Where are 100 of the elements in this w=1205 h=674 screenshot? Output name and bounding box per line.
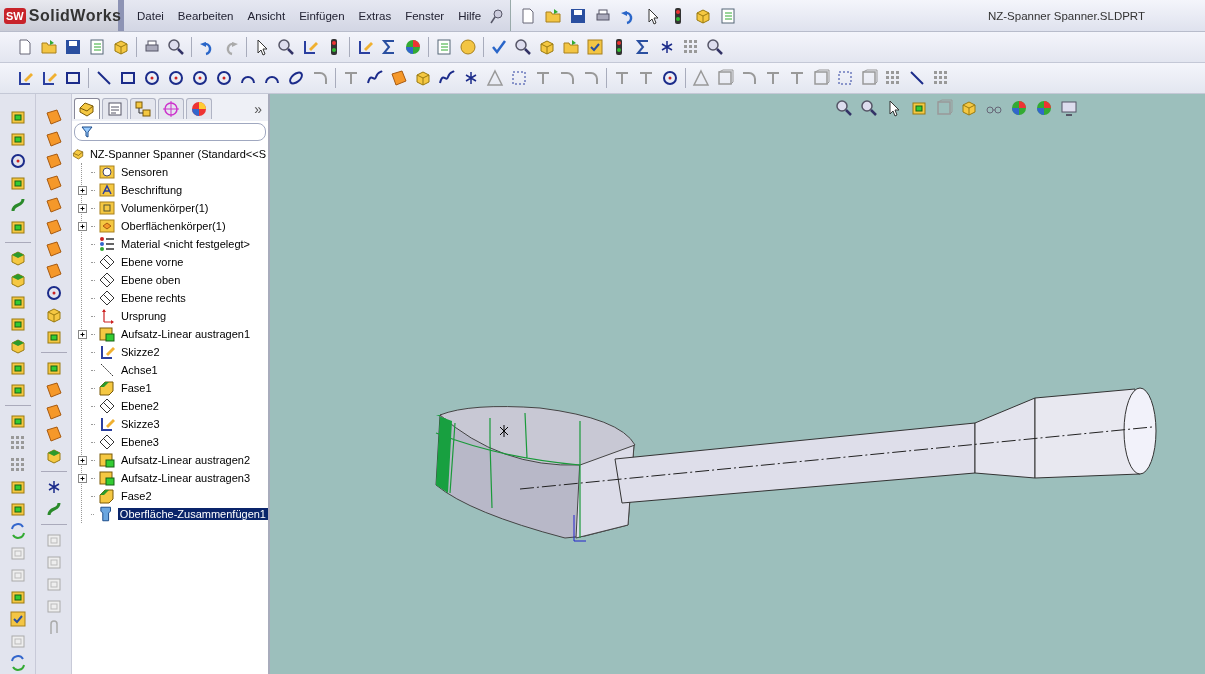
expand-icon[interactable]	[77, 202, 88, 214]
more-button[interactable]: »	[254, 100, 266, 117]
corner-icon[interactable]	[311, 69, 329, 87]
corner-icon[interactable]	[558, 69, 576, 87]
magnifier-icon[interactable]	[167, 38, 185, 56]
surface-icon[interactable]	[44, 425, 63, 443]
chamfered-cube-icon[interactable]	[8, 337, 27, 355]
swap-icon[interactable]	[8, 654, 27, 672]
block-icon[interactable]	[8, 108, 27, 126]
checkmark-icon[interactable]	[490, 38, 508, 56]
cube-icon[interactable]	[112, 38, 130, 56]
block-icon[interactable]	[8, 315, 27, 333]
surface-icon[interactable]	[44, 240, 63, 258]
menu-item[interactable]: Fenster	[398, 7, 452, 24]
panel-tab[interactable]	[186, 98, 212, 119]
menu-item[interactable]: Hilfe	[451, 7, 489, 24]
chamfered-cube-icon[interactable]	[8, 271, 27, 289]
menu-item[interactable]: Ansicht	[240, 7, 293, 24]
tree-item[interactable]: Oberfläche-Zusammenfügen1	[117, 508, 268, 520]
surface-icon[interactable]	[44, 108, 63, 126]
tree-item[interactable]: Skizze3	[119, 418, 162, 430]
panel-tab[interactable]	[102, 98, 128, 119]
grid-icon[interactable]	[682, 38, 700, 56]
grid-icon[interactable]	[8, 456, 27, 474]
line-icon[interactable]	[95, 69, 113, 87]
dashed-box-icon[interactable]	[836, 69, 854, 87]
circle-icon[interactable]	[661, 69, 679, 87]
tree-item[interactable]: Aufsatz-Linear austragen1	[119, 328, 253, 340]
surface-icon[interactable]	[44, 381, 63, 399]
box-outline-icon[interactable]	[812, 69, 830, 87]
expand-icon[interactable]	[77, 328, 88, 340]
menu-item[interactable]: Bearbeiten	[170, 7, 241, 24]
panel-tab[interactable]	[158, 98, 184, 119]
tee-icon[interactable]	[534, 69, 552, 87]
checkbox-icon[interactable]	[586, 38, 604, 56]
corner-icon[interactable]	[740, 69, 758, 87]
document-icon[interactable]	[16, 38, 34, 56]
corner-icon[interactable]	[582, 69, 600, 87]
circle-icon[interactable]	[191, 69, 209, 87]
cube-icon[interactable]	[538, 38, 556, 56]
expand-icon[interactable]	[77, 454, 88, 466]
menu-item[interactable]: Einfügen	[292, 7, 352, 24]
tee-icon[interactable]	[764, 69, 782, 87]
block-icon[interactable]	[8, 293, 27, 311]
cube-icon[interactable]	[960, 99, 978, 117]
color-ball-icon[interactable]	[1010, 99, 1028, 117]
grid-icon[interactable]	[8, 434, 27, 452]
tree-item[interactable]: Ebene oben	[119, 274, 183, 286]
tree-item[interactable]: Fase1	[119, 382, 154, 394]
tee-icon[interactable]	[788, 69, 806, 87]
tee-icon[interactable]	[637, 69, 655, 87]
block-icon[interactable]	[8, 218, 27, 236]
tree-item[interactable]: Ebene rechts	[119, 292, 188, 304]
tree-item[interactable]: Aufsatz-Linear austragen3	[119, 472, 253, 484]
box-outline-icon[interactable]	[860, 69, 878, 87]
magnifier-icon[interactable]	[277, 38, 295, 56]
tree-item[interactable]: Skizze2	[119, 346, 162, 358]
folder-icon[interactable]	[544, 6, 563, 25]
block-icon[interactable]	[44, 328, 63, 346]
tree-item[interactable]: Volumenkörper(1)	[119, 202, 211, 214]
expand-icon[interactable]	[77, 220, 88, 232]
sketch-icon[interactable]	[301, 38, 319, 56]
sketch-icon[interactable]	[16, 69, 34, 87]
tree-item[interactable]: Beschriftung	[119, 184, 185, 196]
magnifier-icon[interactable]	[835, 99, 853, 117]
panel-tab[interactable]	[74, 98, 100, 119]
sketch-icon[interactable]	[356, 38, 374, 56]
color-ball-icon[interactable]	[1035, 99, 1053, 117]
tree-item[interactable]: Ebene2	[119, 400, 161, 412]
block-icon[interactable]	[8, 588, 27, 606]
box-outline-icon[interactable]	[716, 69, 734, 87]
chamfered-cube-icon[interactable]	[8, 249, 27, 267]
folder-icon[interactable]	[40, 38, 58, 56]
sketch-icon[interactable]	[40, 69, 58, 87]
surface-icon[interactable]	[44, 152, 63, 170]
block-icon[interactable]	[910, 99, 928, 117]
color-ball-icon[interactable]	[404, 38, 422, 56]
magnifier-icon[interactable]	[514, 38, 532, 56]
checklist-icon[interactable]	[719, 6, 738, 25]
tree-item[interactable]: Oberflächenkörper(1)	[119, 220, 228, 232]
checkbox-icon[interactable]	[8, 610, 27, 628]
menu-item[interactable]: Extras	[351, 7, 399, 24]
circle-icon[interactable]	[215, 69, 233, 87]
filter-field[interactable]	[74, 123, 266, 141]
block-icon[interactable]	[8, 478, 27, 496]
circle-icon[interactable]	[8, 152, 27, 170]
monitor-icon[interactable]	[1060, 99, 1078, 117]
block-icon[interactable]	[8, 359, 27, 377]
checklist-icon[interactable]	[88, 38, 106, 56]
surface-icon[interactable]	[44, 403, 63, 421]
circle-icon[interactable]	[44, 284, 63, 302]
surface-icon[interactable]	[44, 218, 63, 236]
tree-item[interactable]: Fase2	[119, 490, 154, 502]
expand-icon[interactable]	[77, 184, 88, 196]
menu-item[interactable]: Datei	[130, 7, 171, 24]
block-icon[interactable]	[8, 500, 27, 518]
ellipse-icon[interactable]	[287, 69, 305, 87]
grid-icon[interactable]	[884, 69, 902, 87]
tree-item[interactable]: Sensoren	[119, 166, 171, 178]
surface-icon[interactable]	[44, 174, 63, 192]
